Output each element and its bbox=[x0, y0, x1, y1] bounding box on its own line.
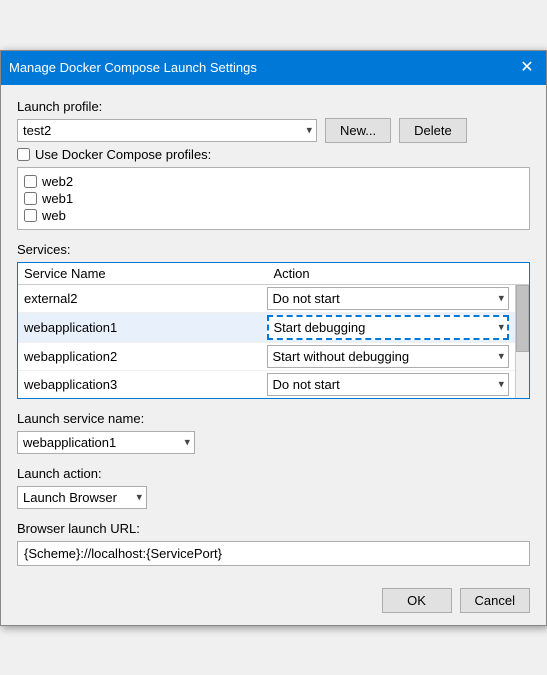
dialog-footer: OK Cancel bbox=[1, 578, 546, 625]
action-select-external2[interactable]: Do not start Start debugging Start witho… bbox=[267, 287, 510, 310]
profile-web2-label: web2 bbox=[42, 174, 73, 189]
profile-web2-row: web2 bbox=[24, 174, 523, 189]
action-select-wrapper-2: Do not start Start debugging Start witho… bbox=[267, 315, 510, 340]
profile-web-row: web bbox=[24, 208, 523, 223]
launch-action-select-wrapper: Launch Browser Launch URL None bbox=[17, 486, 147, 509]
table-row: webapplication3 Do not start Start debug… bbox=[18, 371, 515, 398]
profile-web2-checkbox[interactable] bbox=[24, 175, 37, 188]
action-select-webapplication2[interactable]: Do not start Start debugging Start witho… bbox=[267, 345, 510, 368]
launch-profile-row: test2 New... Delete bbox=[17, 118, 530, 143]
profile-web-checkbox[interactable] bbox=[24, 209, 37, 222]
profile-web-label: web bbox=[42, 208, 66, 223]
docker-profiles-checkbox[interactable] bbox=[17, 148, 30, 161]
table-row: webapplication2 Do not start Start debug… bbox=[18, 343, 515, 371]
col-service-name: Service Name bbox=[24, 266, 274, 281]
service-name-webapplication3: webapplication3 bbox=[24, 375, 267, 394]
launch-action-select[interactable]: Launch Browser Launch URL None bbox=[17, 486, 147, 509]
profile-web1-label: web1 bbox=[42, 191, 73, 206]
close-button[interactable]: ✕ bbox=[516, 57, 538, 79]
profiles-list: web2 web1 web bbox=[17, 167, 530, 230]
action-select-webapplication1[interactable]: Do not start Start debugging Start witho… bbox=[267, 315, 510, 340]
service-name-external2: external2 bbox=[24, 289, 267, 308]
col-action: Action bbox=[274, 266, 524, 281]
dialog-content: Launch profile: test2 New... Delete Use … bbox=[1, 85, 546, 578]
launch-action-label: Launch action: bbox=[17, 466, 530, 481]
launch-service-select[interactable]: webapplication1 webapplication2 webappli… bbox=[17, 431, 195, 454]
launch-service-label: Launch service name: bbox=[17, 411, 530, 426]
title-bar: Manage Docker Compose Launch Settings ✕ bbox=[1, 51, 546, 85]
scrollbar-track[interactable] bbox=[515, 285, 529, 398]
cancel-button[interactable]: Cancel bbox=[460, 588, 530, 613]
docker-profiles-label: Use Docker Compose profiles: bbox=[35, 147, 211, 162]
services-header: Service Name Action bbox=[18, 263, 529, 285]
launch-profile-select-wrapper: test2 bbox=[17, 119, 317, 142]
browser-url-label: Browser launch URL: bbox=[17, 521, 530, 536]
launch-service-select-wrapper: webapplication1 webapplication2 webappli… bbox=[17, 431, 195, 454]
action-select-webapplication3[interactable]: Do not start Start debugging Start witho… bbox=[267, 373, 510, 396]
docker-profiles-label-row: Use Docker Compose profiles: bbox=[17, 147, 530, 162]
action-select-wrapper-4: Do not start Start debugging Start witho… bbox=[267, 373, 510, 396]
services-box: Service Name Action external2 Do not sta… bbox=[17, 262, 530, 399]
launch-action-row: Launch Browser Launch URL None bbox=[17, 486, 530, 509]
service-name-webapplication1: webapplication1 bbox=[24, 318, 267, 337]
action-select-wrapper-3: Do not start Start debugging Start witho… bbox=[267, 345, 510, 368]
services-label: Services: bbox=[17, 242, 530, 257]
action-select-wrapper-1: Do not start Start debugging Start witho… bbox=[267, 287, 510, 310]
services-rows: external2 Do not start Start debugging S… bbox=[18, 285, 529, 398]
new-button[interactable]: New... bbox=[325, 118, 391, 143]
profile-web1-row: web1 bbox=[24, 191, 523, 206]
launch-service-row: webapplication1 webapplication2 webappli… bbox=[17, 431, 530, 454]
dialog-title: Manage Docker Compose Launch Settings bbox=[9, 60, 257, 75]
ok-button[interactable]: OK bbox=[382, 588, 452, 613]
table-row: webapplication1 Do not start Start debug… bbox=[18, 313, 515, 343]
delete-button[interactable]: Delete bbox=[399, 118, 467, 143]
launch-profile-select[interactable]: test2 bbox=[17, 119, 317, 142]
browser-url-input[interactable] bbox=[17, 541, 530, 566]
launch-profile-label: Launch profile: bbox=[17, 99, 530, 114]
profile-web1-checkbox[interactable] bbox=[24, 192, 37, 205]
scrollbar-thumb[interactable] bbox=[516, 285, 529, 353]
services-scroll-wrapper: external2 Do not start Start debugging S… bbox=[18, 285, 529, 398]
service-name-webapplication2: webapplication2 bbox=[24, 347, 267, 366]
dialog: Manage Docker Compose Launch Settings ✕ … bbox=[0, 50, 547, 626]
table-row: external2 Do not start Start debugging S… bbox=[18, 285, 515, 313]
